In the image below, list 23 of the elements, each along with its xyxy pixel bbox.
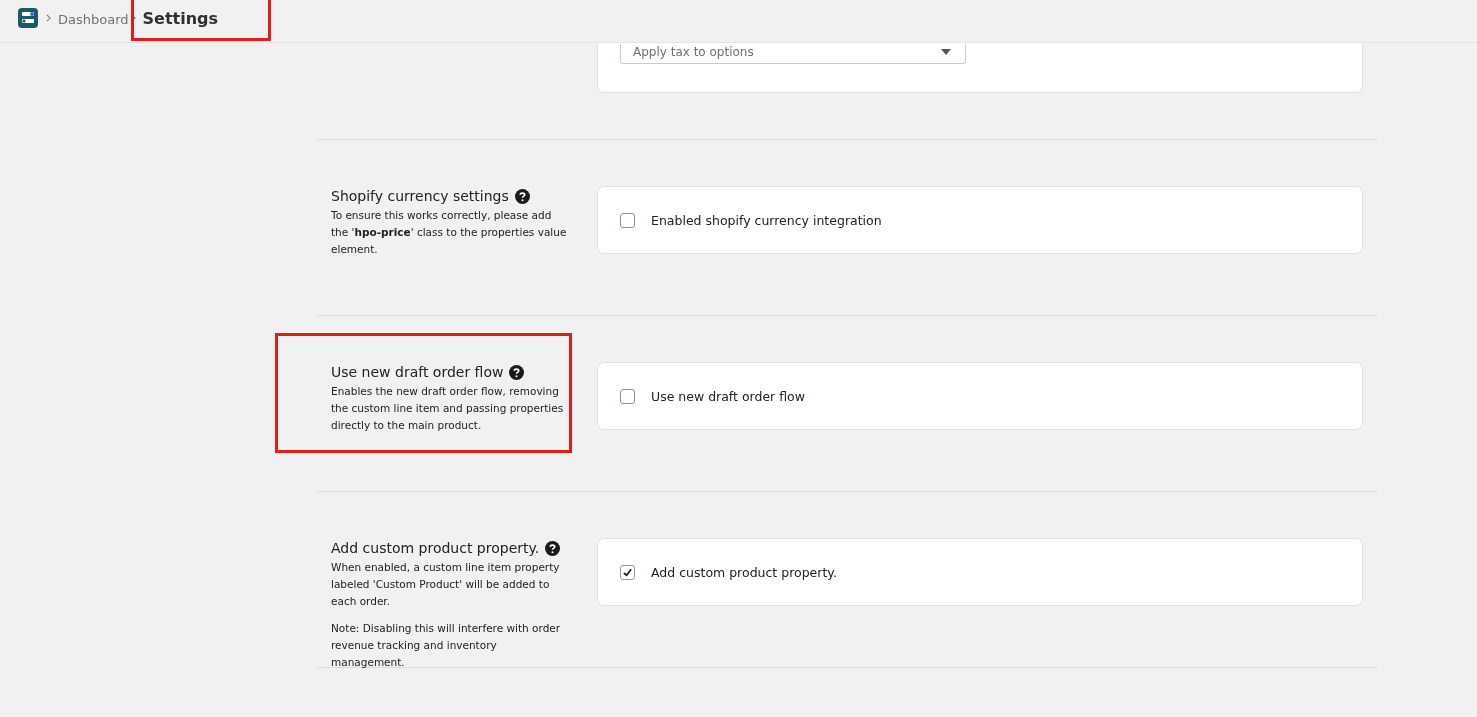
help-icon[interactable] — [545, 540, 561, 556]
app-logo-icon[interactable] — [18, 8, 38, 28]
section-title: Add custom product property. — [331, 540, 540, 556]
chevron-icon — [46, 14, 51, 22]
help-icon[interactable] — [509, 364, 525, 380]
section-title: Use new draft order flow — [331, 364, 504, 380]
checkbox-label[interactable]: Use new draft order flow — [651, 388, 805, 404]
section-description: To ensure this works correctly, please add the 'hpo-price' class to the properties value element. — [331, 208, 568, 257]
help-icon[interactable] — [514, 188, 530, 204]
checkbox[interactable] — [620, 388, 635, 404]
caret-icon — [941, 48, 951, 55]
section-description: Enables the new draft order flow, removing the custom line item and passing properties directly to the main product. — [331, 384, 565, 433]
section-title: Shopify currency settings — [331, 188, 509, 204]
section-description: When enabled, a custom line item property labeled 'Custom Product' will be added to each order. — [331, 560, 561, 609]
select-placeholder: Apply tax to options — [633, 44, 754, 59]
checkbox-label[interactable]: Add custom product property. — [651, 564, 837, 580]
select-field[interactable]: Apply tax to options — [620, 44, 966, 64]
checkbox[interactable] — [620, 564, 635, 580]
checkbox[interactable] — [620, 212, 635, 228]
page-title: Settings — [142, 8, 219, 28]
checkbox-label[interactable]: Enabled shopify currency integration — [651, 212, 882, 228]
section-description: Note: Disabling this will interfere with order revenue tracking and inventory management. — [331, 621, 562, 670]
breadcrumb-link[interactable]: Dashboard — [58, 11, 129, 27]
